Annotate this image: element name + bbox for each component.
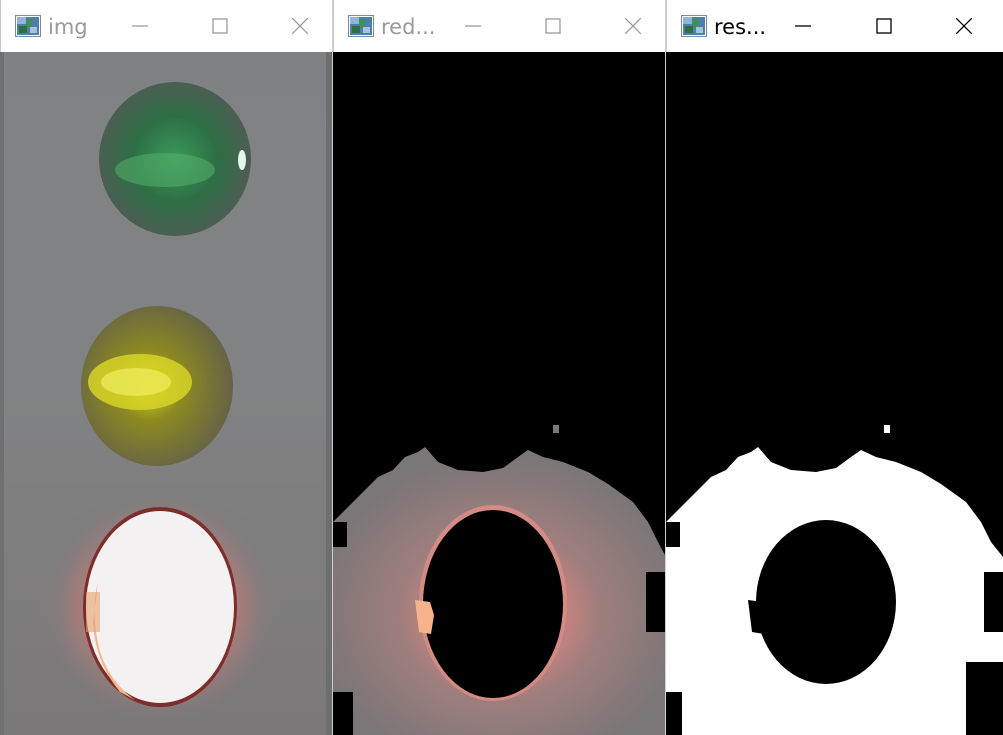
window-title: res... [714, 15, 767, 39]
minimize-button[interactable] [780, 0, 826, 52]
app-image-icon [681, 15, 707, 37]
window-img-titlebar[interactable]: img [0, 0, 333, 52]
window-divider [332, 0, 333, 735]
window-title: img [48, 15, 88, 39]
maximize-icon [212, 18, 228, 34]
window-title: red... [381, 15, 436, 39]
minimize-icon [465, 25, 481, 27]
close-button[interactable] [610, 0, 656, 52]
maximize-button[interactable] [861, 0, 907, 52]
app-image-icon [348, 15, 374, 37]
window-red-titlebar[interactable]: red... [333, 0, 666, 52]
minimize-icon [795, 25, 811, 27]
close-button[interactable] [277, 0, 323, 52]
traffic-light-image [0, 52, 333, 735]
app-image-icon [15, 15, 41, 37]
maximize-button[interactable] [197, 0, 243, 52]
window-red[interactable]: red... [333, 0, 666, 735]
window-divider [665, 0, 666, 735]
window-img[interactable]: img [0, 0, 333, 735]
window-res-titlebar[interactable]: res... [666, 0, 1003, 52]
minimize-button[interactable] [117, 0, 163, 52]
maximize-button[interactable] [530, 0, 576, 52]
window-res[interactable]: res... [666, 0, 1003, 735]
red-mask-image [333, 52, 666, 735]
maximize-icon [545, 18, 561, 34]
maximize-icon [876, 18, 892, 34]
close-button[interactable] [941, 0, 987, 52]
minimize-button[interactable] [450, 0, 496, 52]
close-icon [625, 18, 641, 34]
close-icon [292, 18, 308, 34]
minimize-icon [132, 25, 148, 27]
close-icon [956, 18, 972, 34]
threshold-result-image [666, 52, 1003, 735]
